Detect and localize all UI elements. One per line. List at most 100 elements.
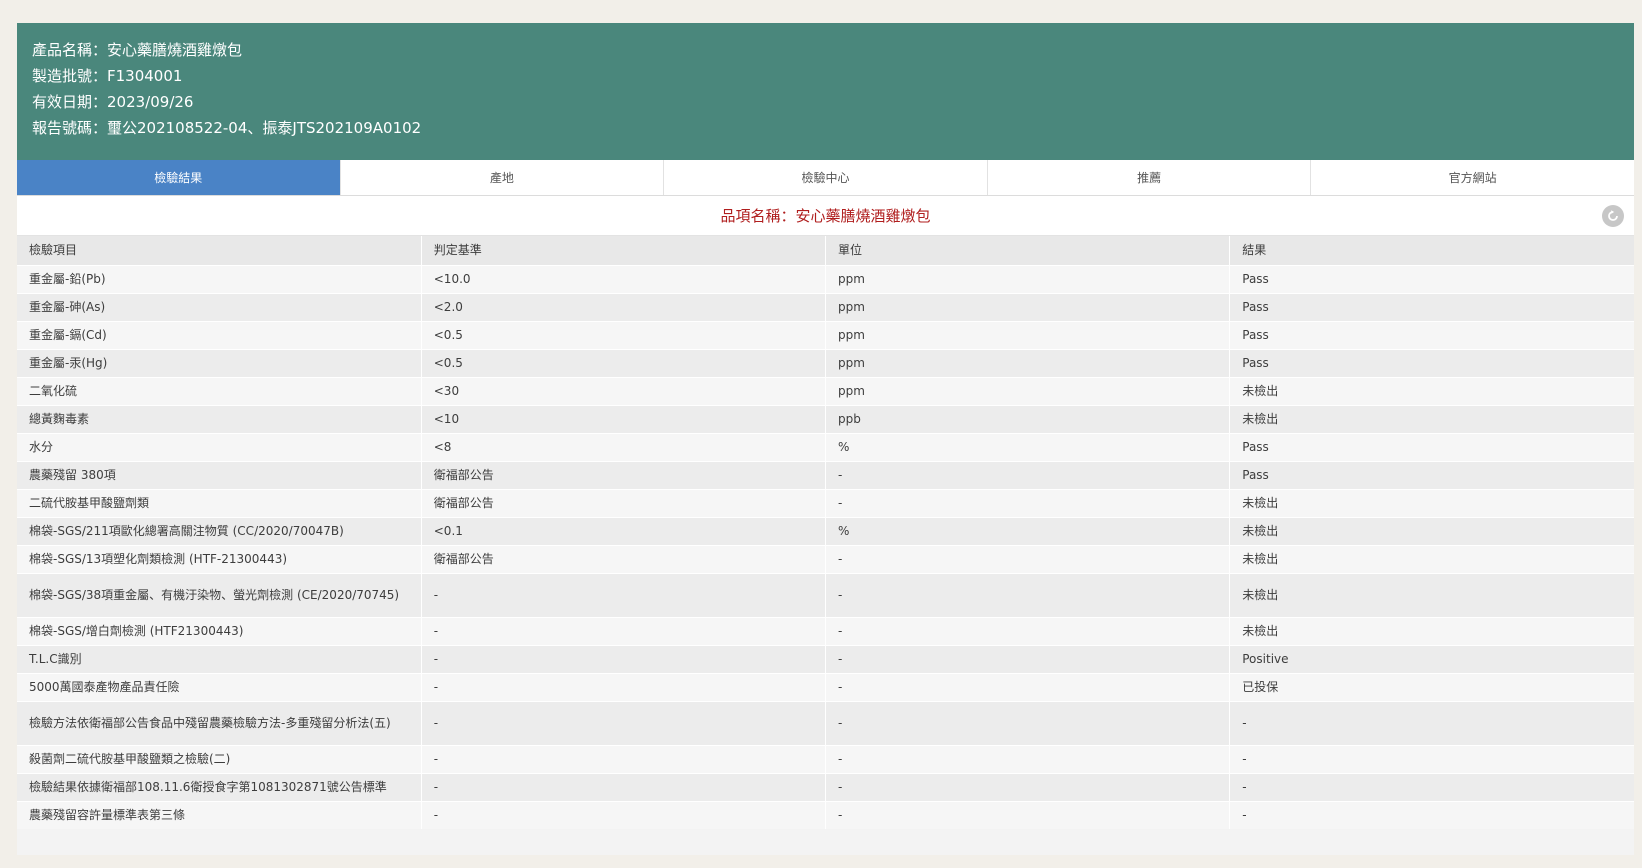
column-header-standard: 判定基準 [421, 236, 827, 265]
item-title-bar: 品項名稱：安心藥膳燒酒雞燉包 [17, 196, 1634, 236]
cell-unit: - [825, 545, 1231, 573]
cell-item: 二硫代胺基甲酸鹽劑類 [17, 489, 422, 517]
cell-item: 棉袋-SGS/增白劑檢測 (HTF21300443) [17, 617, 422, 645]
column-header-result: 結果 [1242, 243, 1267, 258]
table-row: 總黃麴毒素 <10 ppb 未檢出 [17, 405, 1634, 433]
cell-standard: <0.1 [421, 517, 827, 545]
cell-standard: - [421, 673, 827, 701]
cell-item: 棉袋-SGS/38項重金屬、有機汙染物、螢光劑檢測 (CE/2020/70745… [17, 573, 422, 617]
cell-standard: <10 [421, 405, 827, 433]
cell-standard: <10.0 [421, 265, 827, 293]
cell-item: 二氧化硫 [17, 377, 422, 405]
table-row: 殺菌劑二硫代胺基甲酸鹽類之檢驗(二) - - - [17, 745, 1634, 773]
cell-standard: <2.0 [421, 293, 827, 321]
table-row: 重金屬-汞(Hg) <0.5 ppm Pass [17, 349, 1634, 377]
table-row: 棉袋-SGS/38項重金屬、有機汙染物、螢光劑檢測 (CE/2020/70745… [17, 573, 1634, 617]
cell-item: 檢驗結果依據衛福部108.11.6衛授食字第1081302871號公告標準 [17, 773, 422, 801]
tab-official-site[interactable]: 官方網站 [1311, 160, 1634, 195]
cell-unit: % [825, 433, 1231, 461]
cell-standard: - [421, 617, 827, 645]
cell-standard: - [421, 573, 827, 617]
back-button[interactable] [1602, 205, 1624, 227]
cell-unit: - [825, 745, 1231, 773]
cell-result: Pass [1242, 468, 1269, 482]
cell-standard: <0.5 [421, 321, 827, 349]
cell-item: 重金屬-鉛(Pb) [17, 265, 422, 293]
product-info-header: 產品名稱：安心藥膳燒酒雞燉包 製造批號：F1304001 有效日期：2023/0… [17, 23, 1634, 160]
cell-standard: - [421, 645, 827, 673]
column-header-item: 檢驗項目 [17, 236, 422, 265]
table-row: 重金屬-鎘(Cd) <0.5 ppm Pass [17, 321, 1634, 349]
table-row: 重金屬-鉛(Pb) <10.0 ppm Pass [17, 265, 1634, 293]
cell-result: 未檢出 [1242, 624, 1279, 638]
cell-unit: - [825, 801, 1231, 829]
cell-result: - [1242, 716, 1247, 730]
cell-standard: <0.5 [421, 349, 827, 377]
cell-result: 未檢出 [1242, 496, 1279, 510]
table-row: 二硫代胺基甲酸鹽劑類 衛福部公告 - 未檢出 [17, 489, 1634, 517]
cell-result: 未檢出 [1242, 412, 1279, 426]
cell-item: 農藥殘留 380項 [17, 461, 422, 489]
cell-unit: - [825, 645, 1231, 673]
tab-recommend[interactable]: 推薦 [988, 160, 1312, 195]
cell-result: 未檢出 [1242, 552, 1279, 566]
cell-unit: ppm [825, 377, 1231, 405]
cell-result: 未檢出 [1242, 588, 1279, 602]
table-row: 水分 <8% Pass [17, 433, 1634, 461]
cell-unit: ppm [825, 265, 1231, 293]
table-header-row: 檢驗項目 判定基準 單位 結果 [17, 236, 1634, 265]
cell-item: 殺菌劑二硫代胺基甲酸鹽類之檢驗(二) [17, 745, 422, 773]
cell-result: Pass [1242, 300, 1269, 314]
product-name: 產品名稱：安心藥膳燒酒雞燉包 [32, 41, 243, 59]
table-row: 5000萬國泰產物產品責任險 - - 已投保 [17, 673, 1634, 701]
cell-unit: - [825, 461, 1231, 489]
table-row: 棉袋-SGS/211項歐化總署高關注物質 (CC/2020/70047B) <0.… [17, 517, 1634, 545]
cell-result: Positive [1242, 652, 1289, 666]
table-row: 棉袋-SGS/13項塑化劑類檢測 (HTF-21300443) 衛福部公告 - 未檢出 [17, 545, 1634, 573]
cell-unit: ppb [825, 405, 1231, 433]
column-header-unit: 單位 [825, 236, 1231, 265]
cell-result: - [1242, 752, 1247, 766]
table-row: 二氧化硫 <30 ppm 未檢出 [17, 377, 1634, 405]
cell-unit: ppm [825, 349, 1231, 377]
cell-result: Pass [1242, 328, 1269, 342]
cell-item: 重金屬-砷(As) [17, 293, 422, 321]
cell-standard: <8 [421, 433, 827, 461]
table-row: 農藥殘留容許量標準表第三條 - - - [17, 801, 1634, 829]
table-row: 檢驗方法依衛福部公告食品中殘留農藥檢驗方法-多重殘留分析法(五) - - - [17, 701, 1634, 745]
cell-item: 重金屬-鎘(Cd) [17, 321, 422, 349]
table-row: 農藥殘留 380項 衛福部公告 - Pass [17, 461, 1634, 489]
results-table: 檢驗項目 判定基準 單位 結果 重金屬-鉛(Pb) <10.0 ppm Pass 重金… [17, 236, 1634, 829]
cell-result: - [1242, 808, 1247, 823]
cell-unit: - [825, 489, 1231, 517]
cell-item: 5000萬國泰產物產品責任險 [17, 673, 422, 701]
table-row: 重金屬-砷(As) <2.0 ppm Pass [17, 293, 1634, 321]
cell-standard: - [421, 745, 827, 773]
tab-test-results[interactable]: 檢驗結果 [17, 160, 341, 195]
table-row: 棉袋-SGS/增白劑檢測 (HTF21300443) - - 未檢出 [17, 617, 1634, 645]
cell-item: 水分 [17, 433, 422, 461]
cell-result: Pass [1242, 356, 1269, 370]
tab-test-center[interactable]: 檢驗中心 [664, 160, 988, 195]
cell-result: 未檢出 [1242, 384, 1279, 398]
cell-unit: - [825, 673, 1231, 701]
report-panel: 產品名稱：安心藥膳燒酒雞燉包 製造批號：F1304001 有效日期：2023/0… [17, 23, 1634, 855]
cell-standard: - [421, 801, 827, 829]
cell-standard: 衛福部公告 [421, 545, 827, 573]
batch-number: 製造批號：F1304001 [32, 67, 183, 85]
cell-unit: - [825, 701, 1231, 745]
cell-item: 棉袋-SGS/13項塑化劑類檢測 (HTF-21300443) [17, 545, 422, 573]
cell-item: 總黃麴毒素 [17, 405, 422, 433]
cell-unit: - [825, 617, 1231, 645]
cell-item: 農藥殘留容許量標準表第三條 [17, 801, 422, 829]
cell-item: T.L.C識別 [17, 645, 422, 673]
cell-result: 未檢出 [1242, 524, 1279, 538]
cell-unit: ppm [825, 293, 1231, 321]
item-title: 品項名稱：安心藥膳燒酒雞燉包 [720, 207, 931, 225]
cell-unit: - [825, 773, 1231, 801]
cell-standard: 衛福部公告 [421, 489, 827, 517]
cell-standard: - [421, 701, 827, 745]
cell-item: 檢驗方法依衛福部公告食品中殘留農藥檢驗方法-多重殘留分析法(五) [17, 701, 422, 745]
expiry-date: 有效日期：2023/09/26 [32, 93, 194, 111]
tab-origin[interactable]: 產地 [341, 160, 665, 195]
